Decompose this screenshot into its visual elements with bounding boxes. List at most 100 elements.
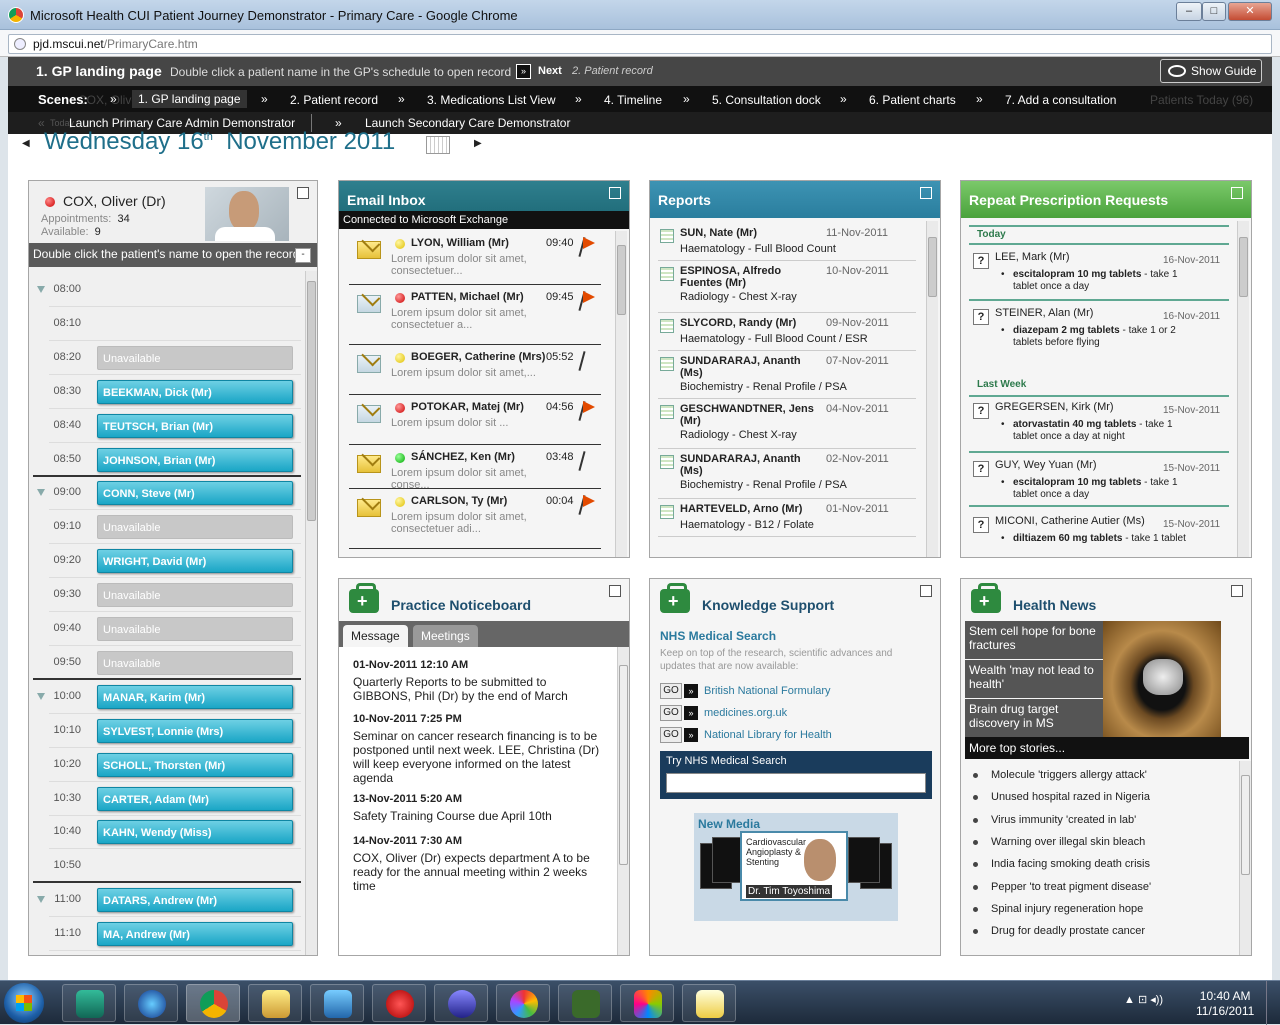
- report-item[interactable]: GESCHWANDTNER, Jens (Mr) 04-Nov-2011 Radio…: [658, 399, 916, 449]
- appointment-patient[interactable]: JOHNSON, Brian (Mr): [97, 447, 293, 472]
- knowledge-link-label[interactable]: British National Formulary: [704, 685, 831, 697]
- scene-item-3[interactable]: 3. Medications List View: [427, 93, 556, 107]
- taskbar-app-notes[interactable]: [682, 984, 736, 1022]
- system-clock[interactable]: 10:40 AM 11/16/2011: [1196, 989, 1254, 1019]
- next-arrow-icon[interactable]: »: [516, 64, 531, 79]
- prev-day-icon[interactable]: ◀: [22, 138, 30, 149]
- scrollbar-thumb[interactable]: [1239, 237, 1248, 297]
- panel-checkbox[interactable]: [920, 585, 932, 597]
- nhs-search-input[interactable]: [666, 773, 926, 793]
- go-button[interactable]: GO: [660, 727, 682, 743]
- top-story-2[interactable]: Wealth 'may not lead to health': [965, 660, 1103, 698]
- taskbar-app-feather[interactable]: [62, 984, 116, 1022]
- flag-icon[interactable]: [581, 401, 595, 421]
- taskbar-app-colorful[interactable]: [620, 984, 674, 1022]
- report-item[interactable]: HARTEVELD, Arno (Mr) 01-Nov-2011 Haematolo…: [658, 499, 916, 537]
- reports-scrollbar[interactable]: [926, 221, 938, 557]
- scrollbar-thumb[interactable]: [619, 665, 628, 865]
- news-item[interactable]: Unused hospital razed in Nigeria: [973, 791, 1150, 803]
- panel-checkbox[interactable]: [1231, 585, 1243, 597]
- news-item[interactable]: Virus immunity 'created in lab': [973, 814, 1136, 826]
- news-item[interactable]: Warning over illegal skin bleach: [973, 836, 1145, 848]
- flag-icon[interactable]: [581, 291, 595, 311]
- start-button[interactable]: [4, 983, 44, 1023]
- flag-icon[interactable]: [581, 495, 595, 515]
- taskbar-app-chrome[interactable]: [186, 984, 240, 1022]
- report-item[interactable]: SUNDARARAJ, Ananth (Ms) 07-Nov-2011 Bioche…: [658, 351, 916, 399]
- minimize-button[interactable]: –: [1176, 2, 1202, 21]
- appointment-patient[interactable]: MANAR, Karim (Mr): [97, 684, 293, 709]
- scene-item-6[interactable]: 6. Patient charts: [869, 93, 956, 107]
- notice-scrollbar[interactable]: [617, 647, 629, 955]
- panel-checkbox[interactable]: [609, 187, 621, 199]
- email-item[interactable]: CARLSON, Ty (Mr) 00:04 Lorem ipsum dolor s…: [349, 489, 601, 549]
- email-item[interactable]: LYON, William (Mr) 09:40 Lorem ipsum dolor…: [349, 231, 601, 285]
- email-item[interactable]: PATTEN, Michael (Mr) 09:45 Lorem ipsum dol…: [349, 285, 601, 345]
- taskbar-app-silverlight[interactable]: [310, 984, 364, 1022]
- go-arrow-icon[interactable]: »: [684, 684, 698, 698]
- go-button[interactable]: GO: [660, 705, 682, 721]
- show-desktop-button[interactable]: [1266, 981, 1280, 1025]
- scene-item-7[interactable]: 7. Add a consultation: [1005, 93, 1116, 107]
- scrollbar-thumb[interactable]: [617, 245, 626, 315]
- appointment-patient[interactable]: SYLVEST, Lonnie (Mrs): [97, 718, 293, 743]
- next-day-icon[interactable]: ▶: [474, 138, 482, 149]
- scene-item-4[interactable]: 4. Timeline: [604, 93, 662, 107]
- prescription-request[interactable]: ? GREGERSEN, Kirk (Mr) 15-Nov-2011 • atorvas…: [969, 397, 1229, 453]
- appointment-patient[interactable]: BEEKMAN, Dick (Mr): [97, 379, 293, 404]
- top-story-3[interactable]: Brain drug target discovery in MS: [965, 699, 1103, 737]
- repeat-scrollbar[interactable]: [1237, 221, 1249, 557]
- news-item[interactable]: Spinal injury regeneration hope: [973, 903, 1143, 915]
- appointment-patient[interactable]: CONN, Steve (Mr): [97, 481, 293, 506]
- appointment-patient[interactable]: SCHOLL, Thorsten (Mr): [97, 752, 293, 777]
- flag-icon[interactable]: [581, 237, 595, 257]
- featured-video[interactable]: Cardiovascular Angioplasty & Stenting Dr…: [740, 831, 848, 901]
- prescription-request[interactable]: ? GUY, Wey Yuan (Mr) 15-Nov-2011 • escitalop…: [969, 455, 1229, 507]
- taskbar-app-ie[interactable]: [124, 984, 178, 1022]
- appointment-patient[interactable]: WRIGHT, David (Mr): [97, 549, 293, 574]
- panel-checkbox[interactable]: [920, 187, 932, 199]
- appointment-patient[interactable]: DATARS, Andrew (Mr): [97, 888, 293, 913]
- knowledge-link-label[interactable]: National Library for Health: [704, 729, 832, 741]
- news-scrollbar[interactable]: [1239, 761, 1251, 955]
- flag-icon[interactable]: [581, 351, 595, 371]
- report-item[interactable]: SLYCORD, Randy (Mr) 09-Nov-2011 Haematolog…: [658, 313, 916, 351]
- report-item[interactable]: SUNDARARAJ, Ananth (Ms) 02-Nov-2011 Bioche…: [658, 449, 916, 499]
- taskbar-app-explorer[interactable]: [248, 984, 302, 1022]
- appointment-patient[interactable]: CARTER, Adam (Mr): [97, 786, 293, 811]
- panel-checkbox[interactable]: [609, 585, 621, 597]
- collapse-button[interactable]: -: [295, 248, 311, 263]
- scene-item-1[interactable]: 1. GP landing page: [132, 90, 247, 108]
- close-button[interactable]: ✕: [1228, 2, 1272, 21]
- prescription-request[interactable]: ? STEINER, Alan (Mr) 16-Nov-2011 • diazepam …: [969, 303, 1229, 357]
- email-item[interactable]: BOEGER, Catherine (Mrs) 05:52 Lorem ipsum …: [349, 345, 601, 395]
- knowledge-link-label[interactable]: medicines.org.uk: [704, 707, 787, 719]
- news-item[interactable]: India facing smoking death crisis: [973, 858, 1150, 870]
- news-item[interactable]: Molecule 'triggers allergy attack': [973, 769, 1147, 781]
- more-stories-link[interactable]: More top stories...: [965, 737, 1249, 759]
- tab-message[interactable]: Message: [343, 625, 408, 647]
- prescription-request[interactable]: ? MICONI, Catherine Autier (Ms) 15-Nov-201…: [969, 511, 1229, 557]
- news-item[interactable]: Pepper 'to treat pigment disease': [973, 881, 1151, 893]
- taskbar-app-picasa[interactable]: [496, 984, 550, 1022]
- go-arrow-icon[interactable]: »: [684, 706, 698, 720]
- taskbar-app-dreamweaver[interactable]: [558, 984, 612, 1022]
- report-item[interactable]: SUN, Nate (Mr) 11-Nov-2011 Haematology - F…: [658, 223, 916, 261]
- maximize-button[interactable]: □: [1202, 2, 1226, 21]
- go-button[interactable]: GO: [660, 683, 682, 699]
- taskbar-app-infinity[interactable]: [434, 984, 488, 1022]
- url-input[interactable]: pjd.mscui.net/PrimaryCare.htm: [8, 34, 1272, 54]
- email-item[interactable]: SÁNCHEZ, Ken (Mr) 03:48 Lorem ipsum dolor …: [349, 445, 601, 491]
- scrollbar-thumb[interactable]: [928, 237, 937, 297]
- tab-meetings[interactable]: Meetings: [413, 625, 478, 647]
- video-thumbnail[interactable]: [848, 837, 880, 883]
- top-story-1[interactable]: Stem cell hope for bone fractures: [965, 621, 1103, 659]
- taskbar-app-opera[interactable]: [372, 984, 426, 1022]
- scrollbar-thumb[interactable]: [307, 281, 316, 521]
- news-item[interactable]: Drug for deadly prostate cancer: [973, 925, 1145, 937]
- prescription-request[interactable]: ? LEE, Mark (Mr) 16-Nov-2011 • escitalopram …: [969, 247, 1229, 301]
- appointment-patient[interactable]: TEUTSCH, Brian (Mr): [97, 413, 293, 438]
- go-arrow-icon[interactable]: »: [684, 728, 698, 742]
- calendar-icon[interactable]: [426, 136, 450, 154]
- schedule-scrollbar[interactable]: [305, 271, 317, 955]
